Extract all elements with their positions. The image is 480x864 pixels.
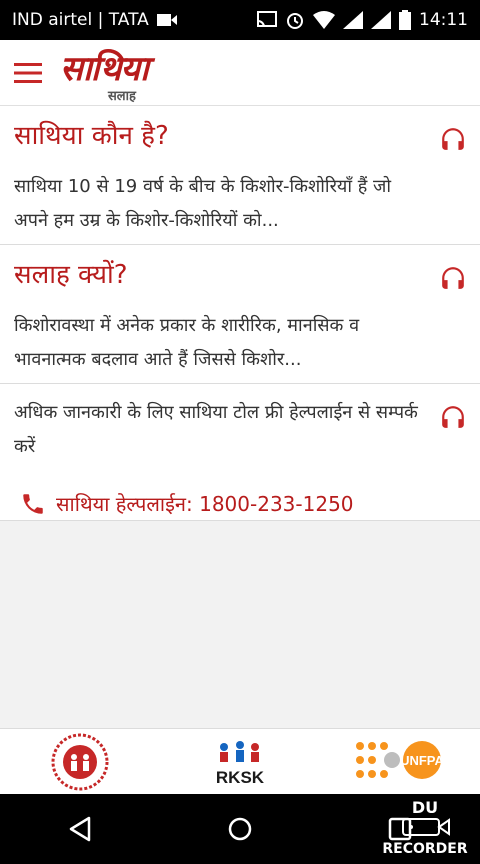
card-description: अधिक जानकारी के लिए साथिया टोल फ्री हेल्… [14, 402, 418, 457]
signal-roaming-icon [371, 11, 391, 29]
list-item[interactable]: सलाह क्यों? किशोरावस्था में अनेक प्रकार … [0, 245, 480, 384]
video-camera-icon [156, 14, 177, 26]
cast-icon [257, 11, 277, 28]
unfpa-logo: UNFPA [340, 732, 460, 792]
back-button[interactable] [50, 799, 110, 859]
status-time: 14:11 [419, 10, 468, 30]
battery-icon [399, 10, 411, 30]
home-circle-icon [228, 817, 252, 841]
unfpa-text: UNFPA [400, 753, 444, 768]
app-logo: साथिया सलाह [56, 40, 166, 106]
rksk-text: RKSK [216, 768, 265, 787]
headphones-icon[interactable] [440, 126, 466, 152]
carrier-text: IND airtel | TATA [12, 10, 149, 30]
headphones-icon[interactable] [440, 404, 466, 430]
recorder-du-text: DU [411, 798, 439, 817]
card-description: किशोरावस्था में अनेक प्रकार के शारीरिक, … [14, 315, 360, 370]
du-recorder-overlay[interactable]: DU RECORDER [380, 798, 470, 858]
phone-icon [23, 493, 43, 514]
hamburger-menu-icon [14, 62, 42, 83]
card-description: साथिया 10 से 19 वर्ष के बीच के किशोर-किश… [14, 176, 392, 231]
nhm-logo [20, 732, 140, 792]
status-bar: IND airtel | TATA 14:11 [0, 0, 480, 40]
rksk-logo: RKSK [180, 732, 300, 792]
signal-icon [343, 11, 363, 29]
partner-logos: RKSK UNFPA [0, 728, 480, 794]
logo-subtitle: सलाह [108, 88, 136, 104]
helpline-link[interactable]: साथिया हेल्पलाईन: 1800-233-1250 [14, 490, 420, 517]
back-triangle-icon [69, 816, 91, 842]
card-title: सलाह क्यों? [14, 260, 128, 290]
helpline-text: साथिया हेल्पलाईन: 1800-233-1250 [56, 492, 354, 516]
logo-script: साथिया [60, 48, 149, 89]
card-title: साथिया कौन है? [14, 121, 169, 151]
alarm-icon [287, 13, 303, 29]
app-bar: साथिया सलाह [0, 40, 480, 106]
list-item[interactable]: साथिया कौन है? साथिया 10 से 19 वर्ष के ब… [0, 106, 480, 245]
recorder-camera-icon [402, 818, 450, 836]
wifi-icon [313, 11, 335, 29]
menu-button[interactable] [0, 40, 56, 106]
recorder-label: RECORDER [382, 841, 468, 857]
list-item[interactable]: अधिक जानकारी के लिए साथिया टोल फ्री हेल्… [0, 384, 480, 521]
headphones-icon[interactable] [440, 265, 466, 291]
home-button[interactable] [210, 799, 270, 859]
content-list: साथिया कौन है? साथिया 10 से 19 वर्ष के ब… [0, 106, 480, 521]
